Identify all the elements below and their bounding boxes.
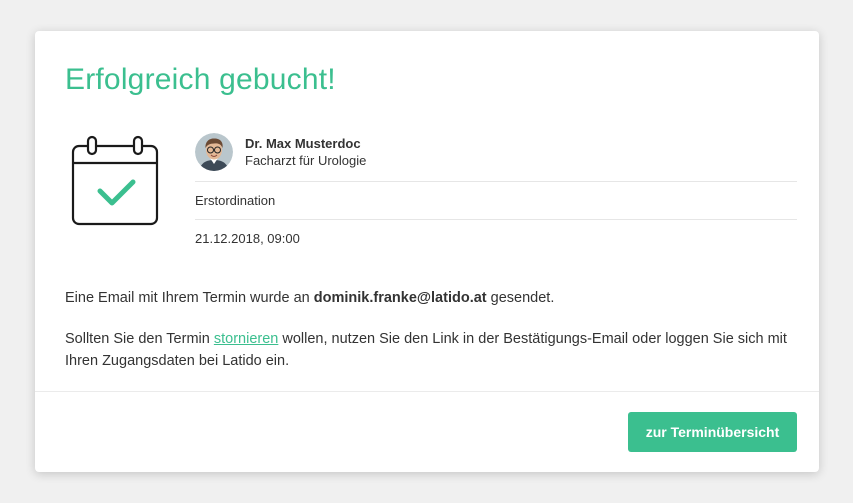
- cancel-link[interactable]: stornieren: [214, 331, 278, 347]
- email-confirmation-text: Eine Email mit Ihrem Termin wurde an dom…: [65, 287, 795, 309]
- dialog-title: Erfolgreich gebucht!: [65, 63, 336, 96]
- appointment-overview-button[interactable]: zur Terminübersicht: [628, 412, 797, 452]
- recipient-email: dominik.franke@latido.at: [313, 290, 487, 306]
- cancel-text-prefix: Sollten Sie den Termin: [65, 331, 214, 347]
- appointment-details: Dr. Max Musterdoc Facharzt für Urologie …: [195, 132, 797, 258]
- doctor-info: Dr. Max Musterdoc Facharzt für Urologie: [195, 132, 797, 172]
- doctor-name: Dr. Max Musterdoc: [245, 136, 361, 151]
- appointment-datetime: 21.12.2018, 09:00: [195, 231, 300, 246]
- cancellation-info-text: Sollten Sie den Termin stornieren wollen…: [65, 328, 795, 372]
- footer-divider: [35, 391, 819, 392]
- doctor-specialty: Facharzt für Urologie: [245, 153, 367, 168]
- doctor-avatar: [195, 133, 233, 171]
- email-text-suffix: gesendet.: [486, 290, 555, 306]
- calendar-check-icon: [71, 135, 161, 227]
- email-text-prefix: Eine Email mit Ihrem Termin wurde an: [65, 290, 314, 306]
- appointment-type: Erstordination: [195, 193, 276, 208]
- booking-confirmation-dialog: Erfolgreich gebucht! Dr. Max Musterdoc F…: [35, 31, 819, 472]
